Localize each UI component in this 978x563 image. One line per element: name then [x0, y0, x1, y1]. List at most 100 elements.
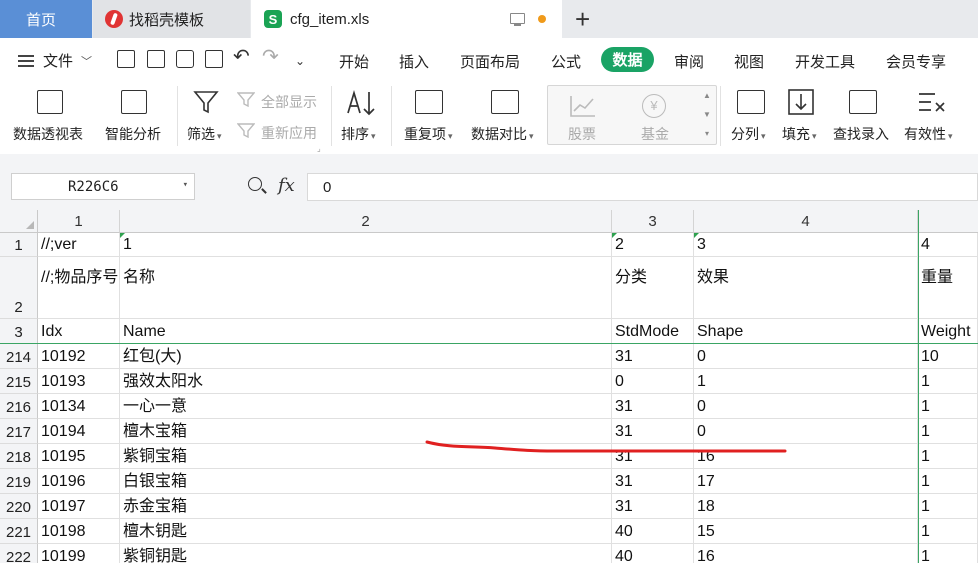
lookup-entry-button[interactable]: 查找录入 [833, 124, 889, 144]
reapply-button[interactable]: 重新应用 [261, 123, 317, 143]
row-header[interactable]: 220 [0, 494, 38, 519]
fund-button[interactable]: 基金 [641, 124, 669, 144]
tab-file[interactable]: S cfg_item.xls [251, 0, 562, 38]
table-cell[interactable]: 1 [918, 494, 978, 519]
table-cell[interactable]: 10134 [38, 394, 120, 419]
table-cell[interactable]: 10199 [38, 544, 120, 563]
table-cell[interactable]: Idx [38, 319, 120, 344]
duplicates-button[interactable]: 重复项 ▾ [404, 124, 453, 144]
table-cell[interactable]: Shape [694, 319, 918, 344]
table-cell[interactable]: 紫铜钥匙 [120, 544, 612, 563]
table-cell[interactable]: 0 [612, 369, 694, 394]
menu-page-layout[interactable]: 页面布局 [460, 51, 520, 72]
table-cell[interactable]: 16 [694, 544, 918, 563]
select-all-corner[interactable] [0, 210, 38, 233]
table-cell[interactable]: 1 [918, 519, 978, 544]
zoom-icon[interactable] [248, 177, 262, 191]
menu-review[interactable]: 审阅 [674, 51, 704, 72]
undo-icon[interactable]: ↶ [233, 47, 250, 67]
menu-data[interactable]: 数据 [601, 47, 654, 72]
new-tab-button[interactable]: + [575, 6, 590, 32]
row-header[interactable]: 1 [0, 233, 38, 257]
table-cell[interactable]: 效果 [694, 257, 918, 319]
table-cell[interactable]: 红包(大) [120, 344, 612, 369]
name-box[interactable]: R226C6 ▾ [11, 173, 195, 200]
export-icon[interactable] [147, 50, 165, 68]
table-cell[interactable]: 0 [694, 419, 918, 444]
spreadsheet-grid[interactable]: 1 2 3 4 1//;ver 1 2 3 4 2//;物品序号 名称 分类 效果 重量 3 Idx N… [0, 210, 978, 563]
row-header[interactable]: 2 [0, 257, 38, 319]
table-cell[interactable]: 1 [918, 394, 978, 419]
column-header[interactable]: 2 [120, 210, 612, 233]
row-header[interactable]: 221 [0, 519, 38, 544]
formula-input[interactable]: 0 [307, 173, 978, 201]
menu-formula[interactable]: 公式 [551, 51, 581, 72]
file-menu[interactable]: 文件 ﹀ [18, 50, 92, 71]
table-cell[interactable]: 1 [918, 419, 978, 444]
save-icon[interactable] [117, 50, 135, 68]
customize-dropdown-icon[interactable]: ⌄ [295, 51, 305, 71]
table-cell[interactable]: 1 [918, 544, 978, 563]
table-cell[interactable]: 名称 [120, 257, 612, 319]
table-cell[interactable]: //;物品序号 [38, 257, 120, 319]
split-columns-button[interactable]: 分列 ▾ [731, 124, 766, 144]
table-cell[interactable]: StdMode [612, 319, 694, 344]
column-header[interactable]: 3 [612, 210, 694, 233]
table-cell[interactable]: //;ver [38, 233, 120, 257]
sort-button[interactable]: 排序 ▾ [341, 124, 376, 144]
table-cell[interactable]: 31 [612, 344, 694, 369]
redo-icon[interactable]: ↷ [262, 47, 279, 67]
smart-analysis-button[interactable]: 智能分析 [105, 124, 161, 144]
table-cell[interactable]: 31 [612, 469, 694, 494]
table-cell[interactable]: 一心一意 [120, 394, 612, 419]
row-header[interactable]: 3 [0, 319, 38, 344]
menu-member[interactable]: 会员专享 [886, 51, 946, 72]
table-cell[interactable]: Weight [918, 319, 978, 344]
table-cell[interactable]: 檀木宝箱 [120, 419, 612, 444]
table-cell[interactable]: 10193 [38, 369, 120, 394]
row-header[interactable]: 215 [0, 369, 38, 394]
tab-home[interactable]: 首页 [0, 0, 92, 38]
table-cell[interactable]: 1 [120, 233, 612, 257]
table-cell[interactable]: 白银宝箱 [120, 469, 612, 494]
dialog-launcher-icon[interactable]: ⌟ [317, 144, 321, 153]
table-cell[interactable]: 10194 [38, 419, 120, 444]
row-header[interactable]: 222 [0, 544, 38, 563]
table-cell[interactable]: 10197 [38, 494, 120, 519]
table-cell[interactable]: 4 [918, 233, 978, 257]
table-cell[interactable]: 1 [918, 369, 978, 394]
data-compare-button[interactable]: 数据对比 ▾ [471, 124, 534, 144]
row-header[interactable]: 217 [0, 419, 38, 444]
table-cell[interactable]: Name [120, 319, 612, 344]
table-cell[interactable]: 10196 [38, 469, 120, 494]
validity-button[interactable]: 有效性 ▾ [904, 124, 953, 144]
table-cell[interactable]: 16 [694, 444, 918, 469]
table-cell[interactable]: 40 [612, 544, 694, 563]
table-cell[interactable]: 31 [612, 419, 694, 444]
row-header[interactable]: 216 [0, 394, 38, 419]
row-header[interactable]: 214 [0, 344, 38, 369]
fx-icon[interactable]: fx [278, 175, 295, 196]
table-cell[interactable]: 40 [612, 519, 694, 544]
table-cell[interactable]: 10192 [38, 344, 120, 369]
table-cell[interactable]: 3 [694, 233, 918, 257]
table-cell[interactable]: 紫铜宝箱 [120, 444, 612, 469]
row-header[interactable]: 219 [0, 469, 38, 494]
table-cell[interactable]: 31 [612, 394, 694, 419]
table-cell[interactable]: 15 [694, 519, 918, 544]
table-cell[interactable]: 强效太阳水 [120, 369, 612, 394]
menu-developer[interactable]: 开发工具 [795, 51, 855, 72]
table-cell[interactable]: 10198 [38, 519, 120, 544]
gallery-scroll[interactable]: ▲ ▼ ▾ [700, 86, 714, 143]
table-cell[interactable]: 赤金宝箱 [120, 494, 612, 519]
print-preview-icon[interactable] [205, 50, 223, 68]
table-cell[interactable]: 1 [918, 444, 978, 469]
table-cell[interactable]: 檀木钥匙 [120, 519, 612, 544]
caret-down-icon[interactable]: ▾ [183, 180, 188, 190]
column-header[interactable]: 1 [38, 210, 120, 233]
table-cell[interactable]: 10 [918, 344, 978, 369]
table-cell[interactable]: 重量 [918, 257, 978, 319]
table-cell[interactable]: 分类 [612, 257, 694, 319]
table-cell[interactable]: 10195 [38, 444, 120, 469]
column-header[interactable] [918, 210, 978, 233]
